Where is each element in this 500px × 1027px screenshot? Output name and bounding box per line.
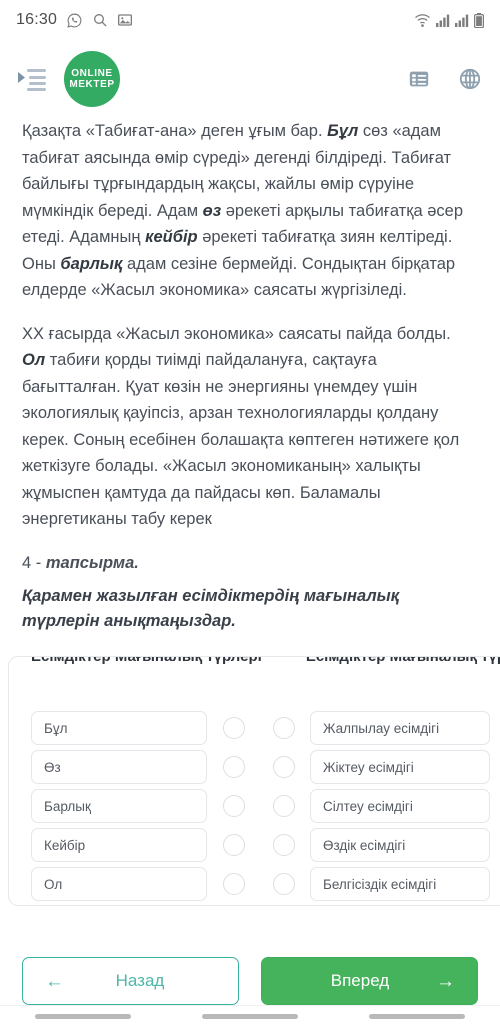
matching-area: Есімдіктер Мағыналық түрлері Есімдіктер … [0, 648, 500, 910]
p2-bold-ol: Ол [22, 351, 46, 369]
nav-pill-recents[interactable] [35, 1014, 132, 1019]
left-connector-3[interactable] [223, 834, 245, 856]
task-number: 4 - тапсырма. [22, 550, 478, 576]
right-connector-2[interactable] [273, 795, 295, 817]
column-header-left: Есімдіктер Мағыналық түрлері [31, 656, 262, 665]
gallery-icon [117, 12, 133, 28]
right-chip-1[interactable]: Жіктеу есімдігі [310, 750, 490, 784]
back-button[interactable]: ← Назад [22, 957, 239, 1005]
p2-seg-1: ХХ ғасырда «Жасыл экономика» саясаты пай… [22, 324, 451, 343]
table-row: Барлық Сілтеу есімдігі [9, 787, 500, 825]
p1-bold-bul: Бұл [327, 122, 359, 140]
p1-bold-keybir: кейбір [145, 228, 198, 246]
left-chip-1[interactable]: Өз [31, 750, 207, 784]
left-connector-0[interactable] [223, 717, 245, 739]
paragraph-2: ХХ ғасырда «Жасыл экономика» саясаты пай… [22, 321, 478, 533]
header-actions [408, 67, 482, 91]
lesson-navigation: ← Назад Вперед → [0, 957, 500, 1005]
signal-icon-1 [436, 14, 450, 27]
table-row: Бұл Жалпылау есімдігі [9, 709, 500, 747]
right-connector-3[interactable] [273, 834, 295, 856]
battery-icon [474, 12, 484, 28]
paragraph-1: Қазақта «Табиғат-ана» деген ұғым бар. Бұ… [22, 118, 478, 304]
signal-icon-2 [455, 14, 469, 27]
lesson-content: Қазақта «Табиғат-ана» деген ұғым бар. Бұ… [0, 118, 500, 634]
matching-column-headers: Есімдіктер Мағыналық түрлері Есімдіктер … [9, 656, 500, 668]
right-chip-2[interactable]: Сілтеу есімдігі [310, 789, 490, 823]
next-button[interactable]: Вперед → [261, 957, 478, 1005]
left-chip-2[interactable]: Барлық [31, 789, 207, 823]
status-bar-right [414, 12, 484, 28]
back-button-label: Назад [115, 971, 165, 990]
wifi-icon [414, 13, 431, 27]
matching-rows: Бұл Жалпылау есімдігі Өз Жіктеу есімдігі… [9, 709, 500, 904]
app-header: ONLINE MEKTEP [0, 40, 500, 118]
search-icon [92, 12, 108, 28]
matching-panel: Есімдіктер Мағыналық түрлері Есімдіктер … [8, 656, 500, 906]
p1-seg-1: Қазақта «Табиғат-ана» деген ұғым бар. [22, 122, 328, 140]
status-bar-left: 16:30 [16, 11, 133, 29]
whatsapp-icon [66, 12, 83, 29]
left-connector-2[interactable] [223, 795, 245, 817]
left-connector-4[interactable] [223, 873, 245, 895]
column-header-right: Есімдіктер Мағыналық түрлері [305, 656, 500, 665]
status-time: 16:30 [16, 11, 58, 28]
right-chip-0[interactable]: Жалпылау есімдігі [310, 711, 490, 745]
indent-menu-icon[interactable] [18, 67, 46, 91]
right-connector-0[interactable] [273, 717, 295, 739]
logo-line-2: MEKTEP [69, 79, 115, 90]
p1-bold-oz: өз [202, 201, 222, 220]
status-bar: 16:30 [0, 0, 500, 40]
task-instruction: Қарамен жазылған есімдіктердің мағыналық… [22, 586, 400, 630]
left-connector-1[interactable] [223, 756, 245, 778]
left-chip-4[interactable]: Ол [31, 867, 207, 901]
nav-pill-back[interactable] [368, 1014, 465, 1019]
globe-language-icon[interactable] [458, 67, 482, 91]
list-view-icon[interactable] [408, 68, 430, 90]
arrow-left-icon: ← [45, 970, 64, 992]
p2-seg-2: табиғи қорды тиімді пайдалануға, сақтауғ… [22, 351, 460, 528]
logo-line-1: ONLINE [71, 68, 113, 79]
nav-pill-home[interactable] [201, 1014, 298, 1019]
table-row: Ол Белгісіздік есімдігі [9, 865, 500, 903]
task-number-word: тапсырма. [45, 553, 139, 572]
right-chip-3[interactable]: Өздік есімдігі [310, 828, 490, 862]
arrow-right-icon: → [436, 970, 455, 992]
left-chip-3[interactable]: Кейбір [31, 828, 207, 862]
next-button-label: Вперед [330, 971, 390, 990]
task-number-prefix: 4 - [22, 553, 46, 572]
right-connector-1[interactable] [273, 756, 295, 778]
android-nav-bar [0, 1005, 500, 1027]
table-row: Кейбір Өздік есімдігі [9, 826, 500, 864]
left-chip-0[interactable]: Бұл [31, 711, 207, 745]
table-row: Өз Жіктеу есімдігі [9, 748, 500, 786]
p1-bold-barlyq: барлық [60, 254, 123, 273]
online-mektep-logo[interactable]: ONLINE MEKTEP [64, 51, 120, 107]
right-connector-4[interactable] [273, 873, 295, 895]
right-chip-4[interactable]: Белгісіздік есімдігі [310, 867, 490, 901]
